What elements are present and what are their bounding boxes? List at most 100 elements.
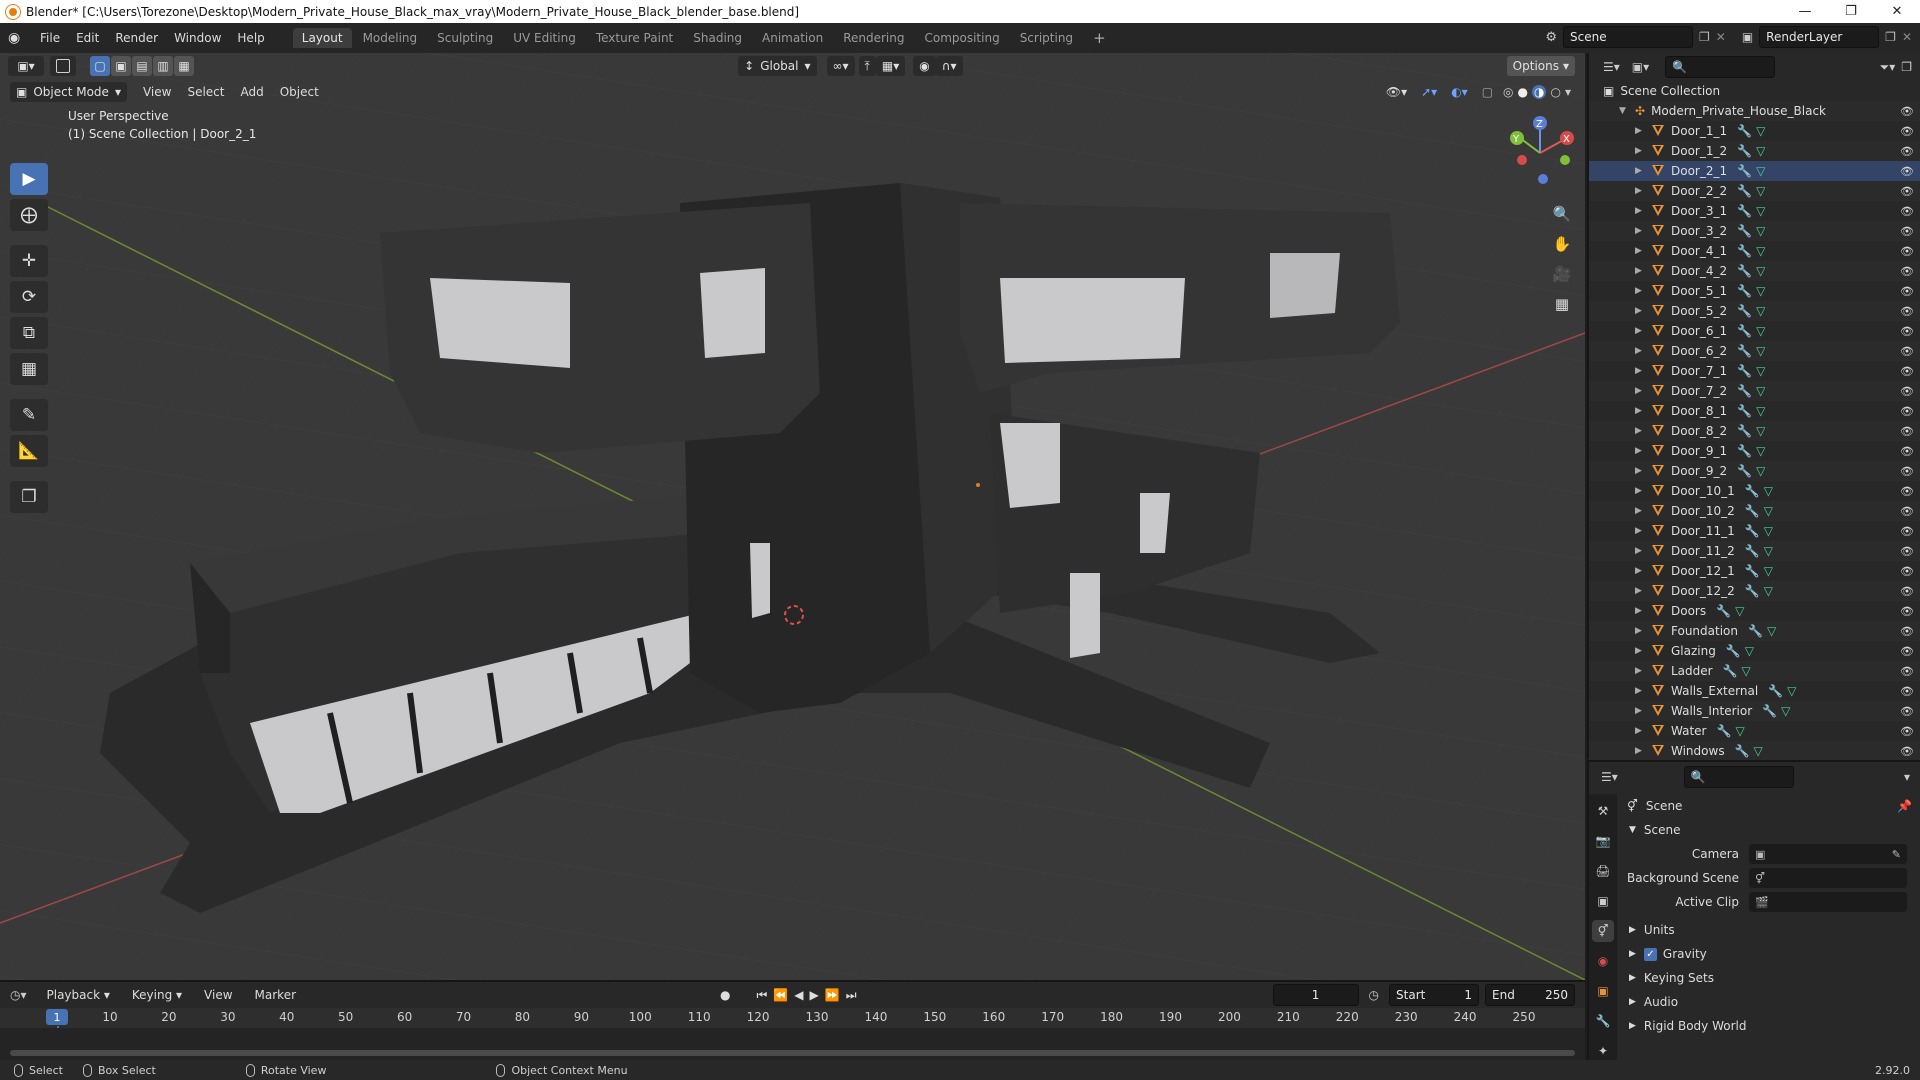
tab-scripting[interactable]: Scripting xyxy=(1011,28,1082,48)
object-tab-icon[interactable]: ▣ xyxy=(1592,980,1614,1002)
mesh-data-icon[interactable]: ▽ xyxy=(1767,624,1776,638)
minimize-icon[interactable]: — xyxy=(1782,0,1828,23)
cursor-tool[interactable]: ⨁ xyxy=(10,199,48,231)
expand-arrow-icon[interactable]: ▼ xyxy=(1619,106,1629,116)
overlays-toggle-icon[interactable]: ◐▾ xyxy=(1451,85,1468,99)
modifier-icon[interactable]: 🔧 xyxy=(1737,444,1752,458)
mesh-data-icon[interactable]: ▽ xyxy=(1764,584,1773,598)
rotate-tool[interactable]: ⟳ xyxy=(10,281,48,313)
eye-icon[interactable]: 👁 xyxy=(1900,245,1914,258)
mesh-data-icon[interactable]: ▽ xyxy=(1756,224,1765,238)
modifier-icon[interactable]: 🔧 xyxy=(1716,724,1731,738)
expand-arrow-icon[interactable]: ▶ xyxy=(1635,126,1645,136)
expand-arrow-icon[interactable]: ▶ xyxy=(1635,286,1645,296)
modifier-tab-icon[interactable]: 🔧 xyxy=(1592,1010,1614,1032)
timeline-scrollbar[interactable] xyxy=(10,1050,1575,1056)
eye-icon[interactable]: 👁 xyxy=(1900,625,1914,638)
pivot-dropdown[interactable]: ∞▾ xyxy=(826,56,855,76)
eye-icon[interactable]: 👁 xyxy=(1900,585,1914,598)
expand-arrow-icon[interactable]: ▶ xyxy=(1635,346,1645,356)
modifier-icon[interactable]: 🔧 xyxy=(1748,624,1763,638)
expand-arrow-icon[interactable]: ▶ xyxy=(1635,506,1645,516)
modifier-icon[interactable]: 🔧 xyxy=(1745,484,1760,498)
properties-search-input[interactable]: 🔍 xyxy=(1683,766,1794,788)
outliner-object-row[interactable]: ▶ Door_4_1 🔧 ▽ 👁 xyxy=(1589,241,1920,261)
tab-layout[interactable]: Layout xyxy=(292,28,352,48)
modifier-icon[interactable]: 🔧 xyxy=(1737,304,1752,318)
clock-icon[interactable]: ◷ xyxy=(1369,988,1379,1002)
menu-window[interactable]: Window xyxy=(166,31,229,45)
timeline-menu-view[interactable]: View xyxy=(196,988,240,1002)
view-layer-icon[interactable]: ▣ xyxy=(1742,30,1753,44)
outliner-object-row[interactable]: ▶ Door_2_1 🔧 ▽ 👁 xyxy=(1589,161,1920,181)
options-dropdown[interactable]: Options ▾ xyxy=(1506,56,1576,76)
outliner-object-row[interactable]: ▶ Ladder 🔧 ▽ 👁 xyxy=(1589,661,1920,681)
delete-scene-icon[interactable]: ✕ xyxy=(1716,30,1726,44)
gravity-panel-header[interactable]: ▶ ✓ Gravity xyxy=(1619,942,1920,966)
outliner-object-row[interactable]: ▶ Door_6_2 🔧 ▽ 👁 xyxy=(1589,341,1920,361)
collection-row[interactable]: ▼ ✣ Modern_Private_House_Black 👁 xyxy=(1589,101,1920,121)
editor-type-button[interactable]: ▣▾ xyxy=(8,56,44,76)
eye-icon[interactable]: 👁 xyxy=(1900,105,1914,118)
outliner-object-row[interactable]: ▶ Door_2_2 🔧 ▽ 👁 xyxy=(1589,181,1920,201)
expand-arrow-icon[interactable]: ▶ xyxy=(1635,566,1645,576)
end-frame-field[interactable]: End 250 xyxy=(1485,984,1576,1006)
timeline-menu-keying[interactable]: Keying ▾ xyxy=(124,988,190,1002)
modifier-icon[interactable]: 🔧 xyxy=(1745,544,1760,558)
outliner-object-row[interactable]: ▶ Door_9_1 🔧 ▽ 👁 xyxy=(1589,441,1920,461)
keying-sets-panel-header[interactable]: ▶ Keying Sets xyxy=(1619,966,1920,990)
viewport-menu-view[interactable]: View xyxy=(135,85,179,99)
navigation-gizmo[interactable]: Z X Y 🔍 ✋ 🎥 ▦ xyxy=(1495,113,1585,353)
modifier-icon[interactable]: 🔧 xyxy=(1737,224,1752,238)
mesh-data-icon[interactable]: ▽ xyxy=(1745,644,1754,658)
modifier-icon[interactable]: 🔧 xyxy=(1737,184,1752,198)
visibility-icon[interactable]: 👁▾ xyxy=(1386,85,1407,99)
rigid-body-panel-header[interactable]: ▶ Rigid Body World xyxy=(1619,1014,1920,1038)
modifier-icon[interactable]: 🔧 xyxy=(1737,124,1752,138)
expand-arrow-icon[interactable]: ▶ xyxy=(1635,306,1645,316)
modifier-icon[interactable]: 🔧 xyxy=(1745,524,1760,538)
outliner-object-row[interactable]: ▶ Door_4_2 🔧 ▽ 👁 xyxy=(1589,261,1920,281)
mesh-data-icon[interactable]: ▽ xyxy=(1756,184,1765,198)
outliner-object-row[interactable]: ▶ Water 🔧 ▽ 👁 xyxy=(1589,721,1920,741)
menu-render[interactable]: Render xyxy=(107,31,166,45)
next-keyframe-icon[interactable]: ⏩ xyxy=(825,988,840,1002)
modifier-icon[interactable]: 🔧 xyxy=(1737,344,1752,358)
pan-hand-icon[interactable]: ✋ xyxy=(1549,231,1575,257)
jump-start-icon[interactable]: ⏮ xyxy=(757,988,768,1003)
tab-sculpting[interactable]: Sculpting xyxy=(428,28,502,48)
tab-shading[interactable]: Shading xyxy=(684,28,751,48)
blender-menu-icon[interactable]: ◉ xyxy=(8,30,32,46)
eye-icon[interactable]: 👁 xyxy=(1900,725,1914,738)
current-frame-field[interactable]: 1 xyxy=(1272,984,1359,1006)
mesh-data-icon[interactable]: ▽ xyxy=(1756,264,1765,278)
particles-tab-icon[interactable]: ✦ xyxy=(1592,1040,1614,1062)
outliner-object-row[interactable]: ▶ Door_1_2 🔧 ▽ 👁 xyxy=(1589,141,1920,161)
modifier-icon[interactable]: 🔧 xyxy=(1745,504,1760,518)
modifier-icon[interactable]: 🔧 xyxy=(1735,744,1750,758)
outliner-object-row[interactable]: ▶ Windows 🔧 ▽ 👁 xyxy=(1589,741,1920,761)
eye-icon[interactable]: 👁 xyxy=(1900,205,1914,218)
expand-arrow-icon[interactable]: ▶ xyxy=(1635,446,1645,456)
mesh-data-icon[interactable]: ▽ xyxy=(1742,664,1751,678)
expand-arrow-icon[interactable]: ▶ xyxy=(1635,226,1645,236)
gizmo-toggle-icon[interactable]: ➚▾ xyxy=(1421,85,1437,99)
modifier-icon[interactable]: 🔧 xyxy=(1768,684,1783,698)
tab-uv-editing[interactable]: UV Editing xyxy=(504,28,585,48)
expand-arrow-icon[interactable]: ▶ xyxy=(1635,626,1645,636)
viewport-menu-add[interactable]: Add xyxy=(232,85,271,99)
record-icon[interactable]: ● xyxy=(720,988,730,1002)
current-frame-marker[interactable]: 1 xyxy=(46,1009,68,1025)
eyedropper-icon[interactable]: ✎ xyxy=(1892,848,1901,861)
outliner-object-row[interactable]: ▶ Walls_External 🔧 ▽ 👁 xyxy=(1589,681,1920,701)
scene-tab-icon[interactable]: ⚥ xyxy=(1592,920,1614,942)
viewport-menu-object[interactable]: Object xyxy=(272,85,327,99)
start-frame-field[interactable]: Start 1 xyxy=(1389,984,1480,1006)
mesh-data-icon[interactable]: ▽ xyxy=(1764,484,1773,498)
timeline-keyframe-area[interactable] xyxy=(0,1028,1585,1062)
modifier-icon[interactable]: 🔧 xyxy=(1737,404,1752,418)
shading-options-icon[interactable]: ▾ xyxy=(1565,85,1571,99)
shading-material-icon[interactable]: ◑ xyxy=(1532,85,1547,99)
add-cube-tool[interactable]: ❐ xyxy=(10,481,48,513)
eye-icon[interactable]: 👁 xyxy=(1900,485,1914,498)
